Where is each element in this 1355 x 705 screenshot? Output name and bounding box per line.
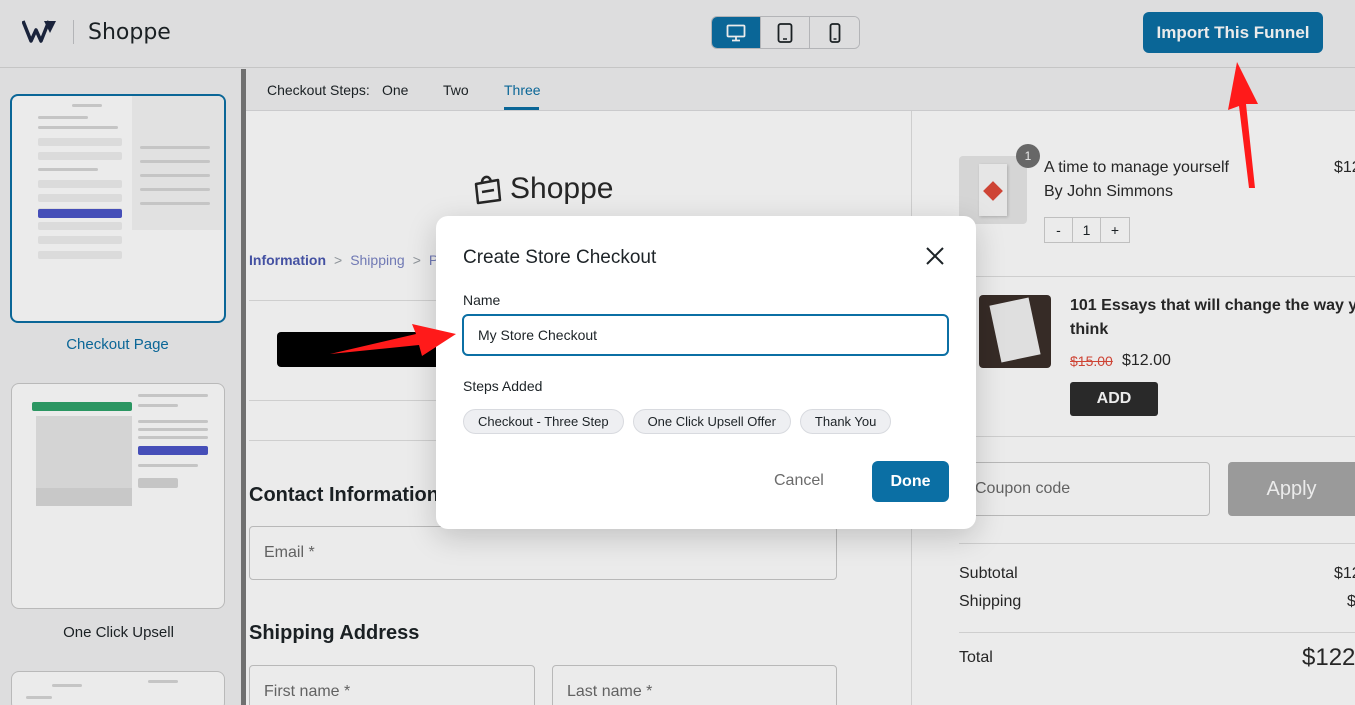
step-chip: Thank You	[799, 409, 892, 434]
dialog-title: Create Store Checkout	[463, 247, 657, 268]
step-chip: Checkout - Three Step	[463, 409, 624, 434]
step-chip: One Click Upsell Offer	[632, 409, 791, 434]
steps-added-label: Steps Added	[463, 378, 543, 394]
steps-added-list: Checkout - Three Step One Click Upsell O…	[463, 409, 892, 434]
done-button[interactable]: Done	[872, 461, 949, 502]
create-store-checkout-dialog: Create Store Checkout Name My Store Chec…	[436, 216, 976, 529]
checkout-name-input[interactable]: My Store Checkout	[462, 314, 949, 356]
annotation-arrow-icon	[330, 324, 456, 356]
close-icon[interactable]	[924, 245, 946, 267]
cancel-button[interactable]: Cancel	[774, 472, 824, 490]
name-field-label: Name	[463, 292, 501, 308]
annotation-arrow-icon	[1228, 62, 1258, 188]
